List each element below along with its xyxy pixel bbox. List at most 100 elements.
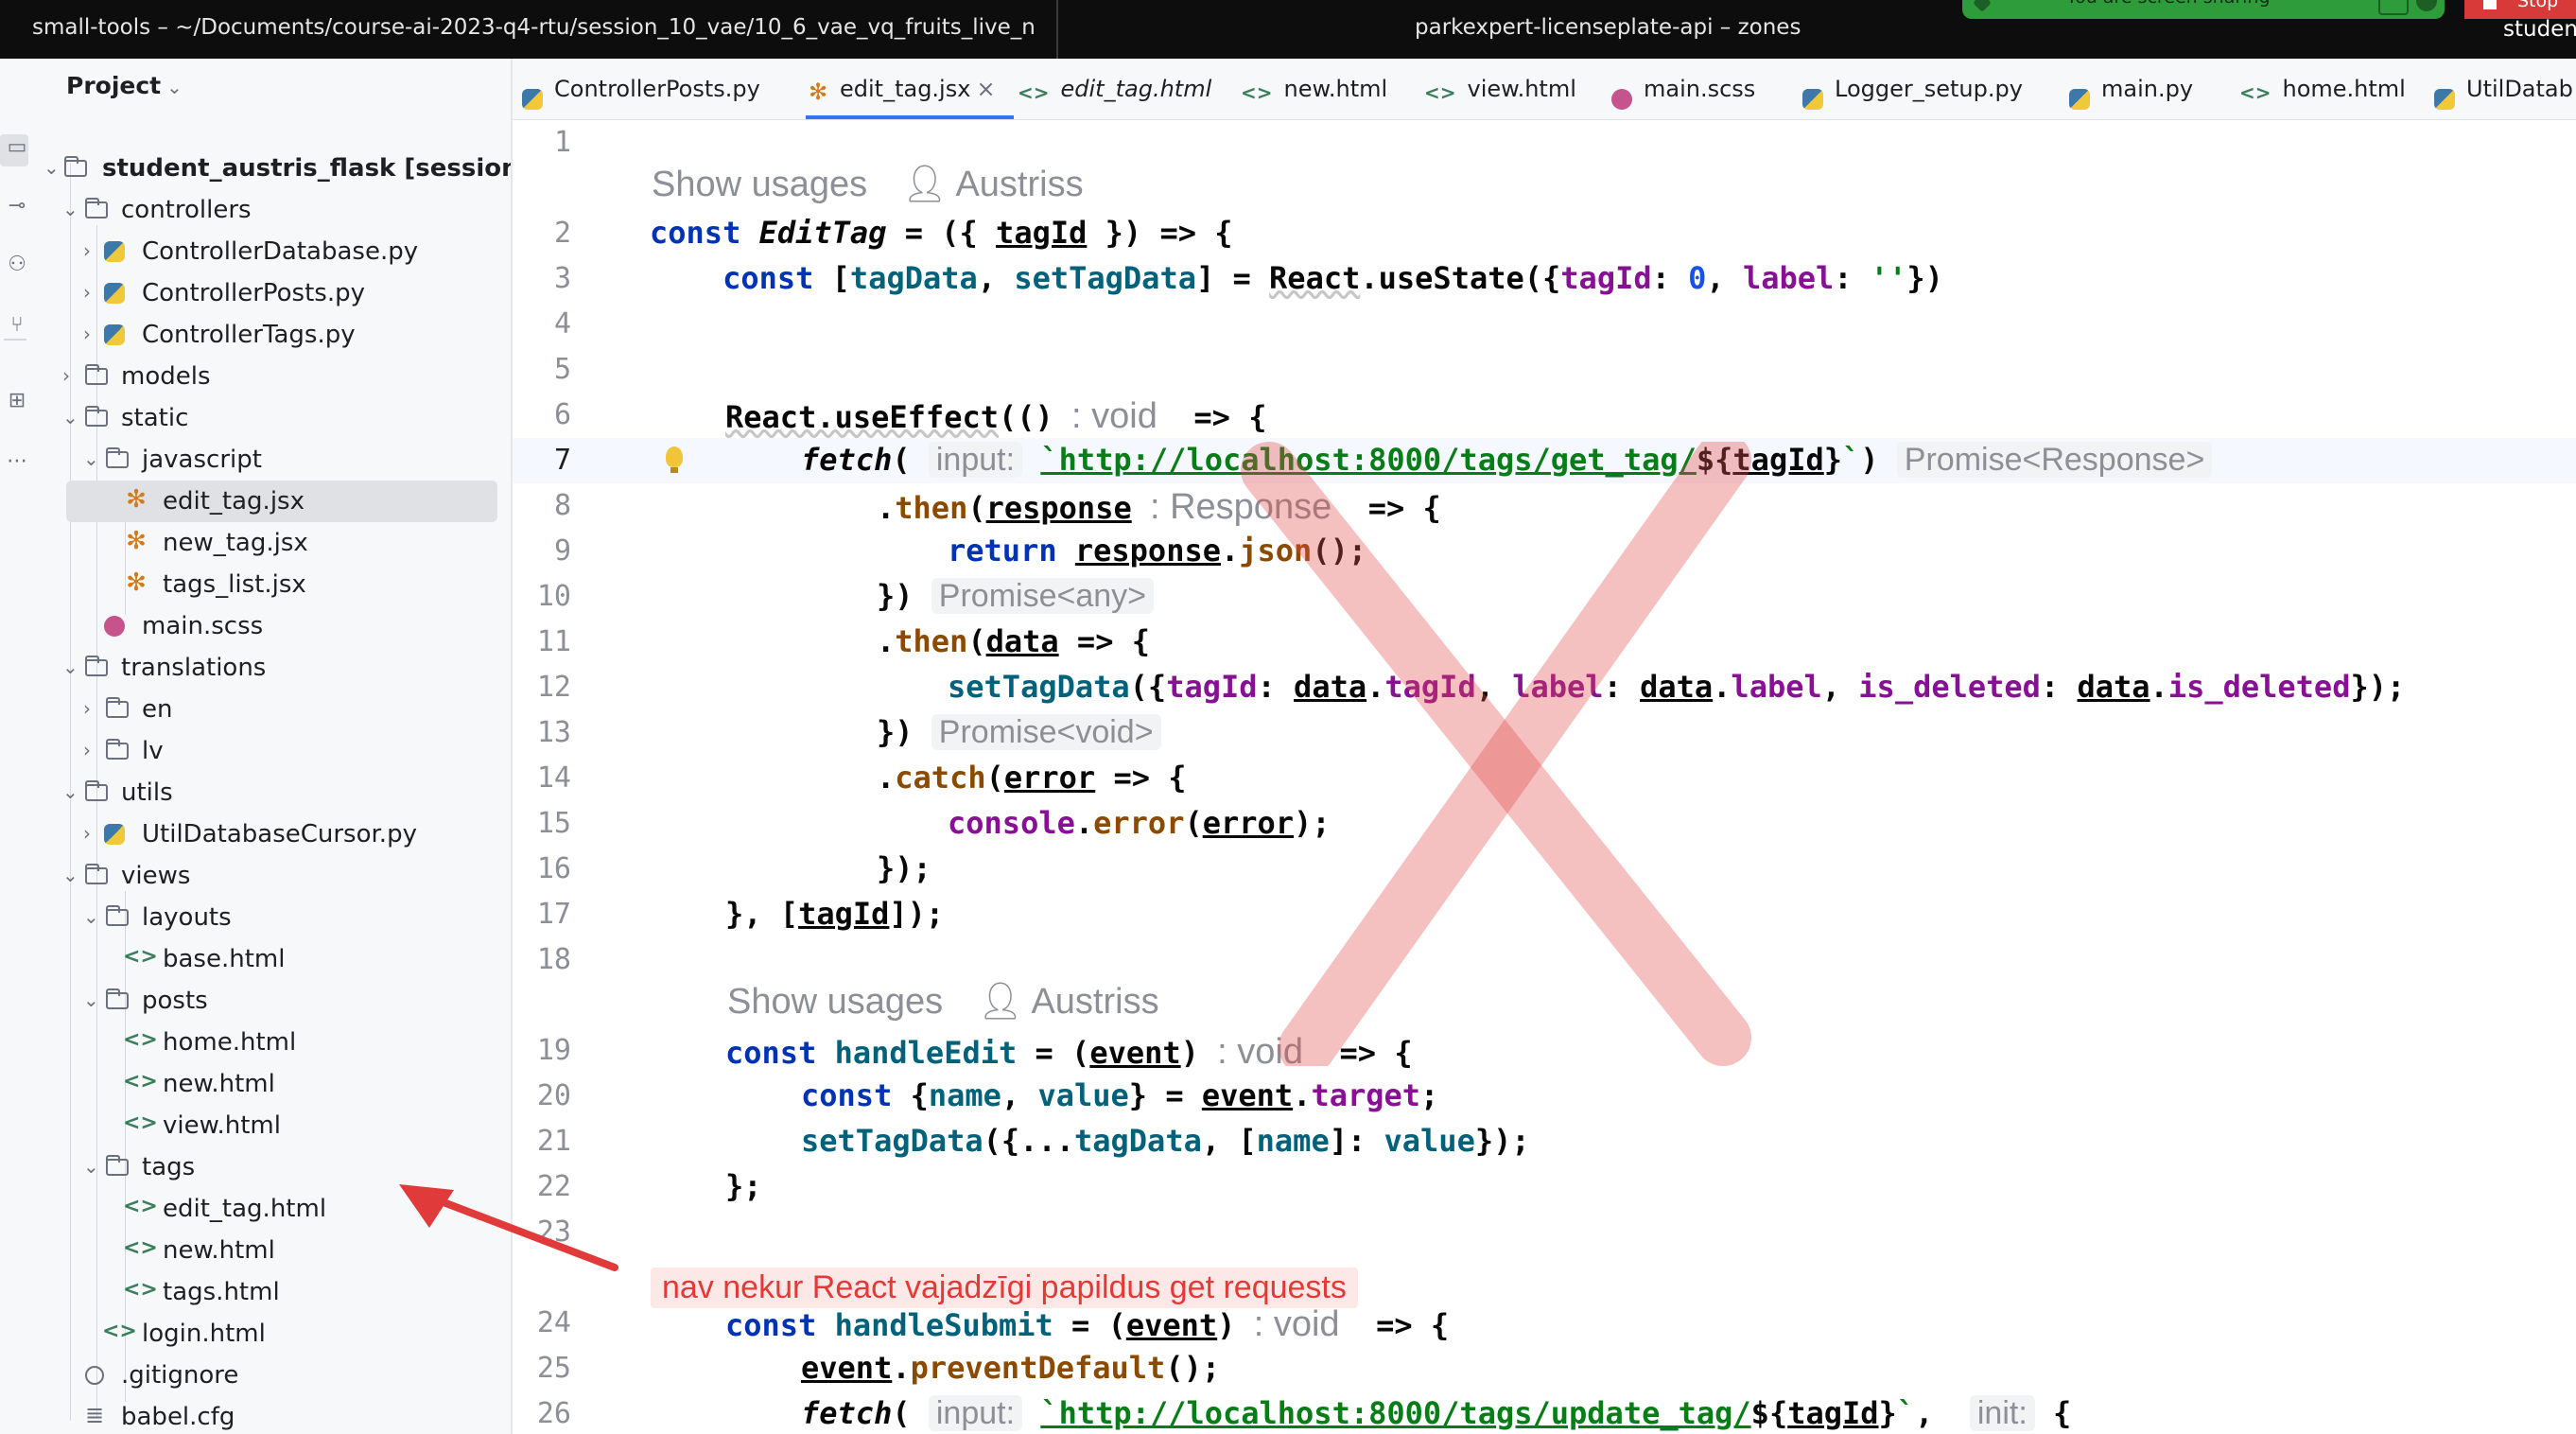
tree-item-translations[interactable]: ⌄ translations bbox=[38, 647, 511, 689]
tab-home-html[interactable]: <> home.html bbox=[2239, 76, 2406, 103]
tree-item-en[interactable]: › en bbox=[38, 689, 511, 730]
chevron-down-icon[interactable]: ⌄ bbox=[62, 656, 81, 678]
react-icon: ✻ bbox=[126, 485, 147, 514]
line-number: 17 bbox=[536, 898, 571, 931]
line-number: 25 bbox=[536, 1352, 571, 1385]
chevron-right-icon[interactable]: › bbox=[83, 323, 102, 345]
chevron-down-icon[interactable]: ⌄ bbox=[83, 1155, 102, 1178]
tree-item-main-scss[interactable]: main.scss bbox=[38, 605, 511, 647]
tree-item-home-html[interactable]: <> home.html bbox=[38, 1022, 511, 1063]
chevron-down-icon[interactable]: ⌄ bbox=[83, 905, 102, 928]
tree-item-layouts[interactable]: ⌄ layouts bbox=[38, 897, 511, 938]
param-hint: init: bbox=[1969, 1395, 2035, 1431]
window-title-center: parkexpert-licenseplate-api – zones bbox=[1415, 15, 1801, 40]
show-usages-link[interactable]: Show usages bbox=[727, 982, 943, 1022]
chevron-down-icon[interactable]: ⌄ bbox=[62, 864, 81, 886]
tab-view-html[interactable]: <> view.html bbox=[1424, 76, 1576, 103]
tree-item-utils[interactable]: ⌄ utils bbox=[38, 772, 511, 813]
tree-item-views[interactable]: ⌄ views bbox=[38, 855, 511, 897]
tree-item-controller-tags[interactable]: › ControllerTags.py bbox=[38, 314, 511, 356]
tree-item-static[interactable]: ⌄ static bbox=[38, 397, 511, 439]
structure-icon[interactable]: ⚇ bbox=[4, 252, 30, 278]
tab-main-py[interactable]: main.py bbox=[2069, 76, 2194, 110]
ignore-file-icon bbox=[85, 1366, 104, 1385]
tree-item-login-html[interactable]: <> login.html bbox=[38, 1313, 511, 1355]
window-icon[interactable] bbox=[2378, 0, 2409, 15]
tree-item-controllers[interactable]: ⌄ controllers bbox=[38, 189, 511, 231]
python-file-icon bbox=[104, 283, 125, 304]
tree-item-root[interactable]: ⌄ student_austris_flask [session_1 bbox=[38, 148, 511, 189]
close-icon[interactable]: × bbox=[976, 76, 995, 102]
show-usages-link[interactable]: Show usages bbox=[652, 165, 867, 204]
tree-item-lv[interactable]: › lv bbox=[38, 730, 511, 772]
chevron-right-icon[interactable]: › bbox=[83, 239, 102, 262]
html-icon: <> bbox=[123, 1070, 158, 1093]
folder-icon bbox=[106, 905, 129, 926]
chevron-down-icon[interactable]: ⌄ bbox=[44, 156, 62, 179]
plugins-icon[interactable]: ⊞ bbox=[4, 388, 30, 414]
tree-item-label: view.html bbox=[163, 1111, 281, 1140]
tree-item-javascript[interactable]: ⌄ javascript bbox=[38, 439, 511, 481]
code-editor[interactable]: 1 2 3 4 5 6 7 8 9 10 11 12 13 14 15 16 1… bbox=[513, 120, 2576, 1434]
html-icon: <> bbox=[123, 1236, 158, 1260]
tab-label: main.py bbox=[2101, 76, 2194, 102]
stop-sharing-button[interactable]: Stop bbox=[2464, 0, 2576, 19]
tab-controller-posts[interactable]: ControllerPosts.py bbox=[522, 76, 760, 110]
show-usages-hint[interactable]: Show usages 👤︎ Austriss bbox=[652, 164, 1084, 205]
tree-item-new-tag-jsx[interactable]: ✻ new_tag.jsx bbox=[38, 522, 511, 564]
line-number: 7 bbox=[553, 444, 571, 477]
chevron-down-icon[interactable]: ⌄ bbox=[62, 406, 81, 428]
user-icon: 👤︎ bbox=[977, 982, 1023, 1022]
folder-icon bbox=[85, 864, 108, 884]
tree-item-models[interactable]: › models bbox=[38, 356, 511, 397]
tree-item-controller-database[interactable]: › ControllerDatabase.py bbox=[38, 231, 511, 272]
tab-edit-tag-html[interactable]: <> edit_tag.html bbox=[1018, 76, 1211, 103]
tree-item-controller-posts[interactable]: › ControllerPosts.py bbox=[38, 272, 511, 314]
chevron-down-icon[interactable]: ⌄ bbox=[83, 988, 102, 1011]
chevron-right-icon[interactable]: › bbox=[83, 697, 102, 720]
tree-item-label: .gitignore bbox=[121, 1361, 239, 1390]
tree-item-util-database-cursor[interactable]: › UtilDatabaseCursor.py bbox=[38, 813, 511, 855]
tree-item-new-html[interactable]: <> new.html bbox=[38, 1063, 511, 1105]
commit-icon[interactable]: ⊸ bbox=[4, 193, 30, 219]
folder-icon bbox=[85, 198, 108, 219]
tree-item-label: lv bbox=[142, 737, 164, 765]
chevron-right-icon[interactable]: › bbox=[83, 739, 102, 761]
lightbulb-icon[interactable] bbox=[666, 446, 683, 473]
line-number: 19 bbox=[536, 1034, 571, 1067]
more-tools-icon[interactable]: ⋯ bbox=[4, 448, 30, 475]
tree-item-tags-list-jsx[interactable]: ✻ tags_list.jsx bbox=[38, 564, 511, 605]
tree-item-label: posts bbox=[142, 987, 208, 1015]
tree-item-gitignore[interactable]: .gitignore bbox=[38, 1355, 511, 1396]
show-usages-hint[interactable]: Show usages 👤︎ Austriss bbox=[727, 981, 1159, 1023]
tab-edit-tag-jsx[interactable]: ✻ edit_tag.jsx × bbox=[808, 76, 996, 103]
tab-new-html[interactable]: <> new.html bbox=[1241, 76, 1387, 103]
chevron-down-icon[interactable]: ⌄ bbox=[62, 780, 81, 803]
tree-item-edit-tag-jsx[interactable]: ✻ edit_tag.jsx bbox=[66, 481, 497, 522]
arrow-annotation bbox=[399, 1184, 618, 1271]
tree-item-posts[interactable]: ⌄ posts bbox=[38, 980, 511, 1022]
type-hint: Promise<any> bbox=[931, 578, 1155, 614]
chevron-down-icon[interactable]: ⌄ bbox=[83, 447, 102, 470]
tree-item-view-html[interactable]: <> view.html bbox=[38, 1105, 511, 1146]
code-line: }) Promise<void> bbox=[877, 714, 1161, 751]
check-icon[interactable] bbox=[2416, 0, 2437, 11]
chevron-down-icon[interactable]: ⌄ bbox=[62, 198, 81, 220]
tab-util-database[interactable]: UtilDatab bbox=[2434, 76, 2573, 110]
folder-icon bbox=[85, 780, 108, 801]
pull-requests-icon[interactable]: ⑂ bbox=[4, 312, 30, 339]
chevron-right-icon[interactable]: › bbox=[83, 281, 102, 304]
project-folder-icon[interactable]: ▭ bbox=[4, 134, 30, 161]
code-line: setTagData({...tagData, [name]: value}); bbox=[801, 1123, 1530, 1159]
chevron-right-icon[interactable]: › bbox=[62, 364, 81, 387]
stop-icon bbox=[2483, 0, 2497, 9]
tree-item-label: UtilDatabaseCursor.py bbox=[142, 820, 417, 848]
tree-item-babel-cfg[interactable]: ≣ babel.cfg bbox=[38, 1396, 511, 1434]
code-line: event.preventDefault(); bbox=[801, 1350, 1221, 1386]
chevron-right-icon[interactable]: › bbox=[83, 822, 102, 845]
tree-item-base-html[interactable]: <> base.html bbox=[38, 938, 511, 980]
project-header[interactable]: Project ⌄ bbox=[66, 72, 183, 99]
html-icon: <> bbox=[123, 1111, 158, 1135]
tab-logger-setup[interactable]: Logger_setup.py bbox=[1802, 76, 2023, 110]
tab-main-scss[interactable]: main.scss bbox=[1611, 76, 1755, 110]
